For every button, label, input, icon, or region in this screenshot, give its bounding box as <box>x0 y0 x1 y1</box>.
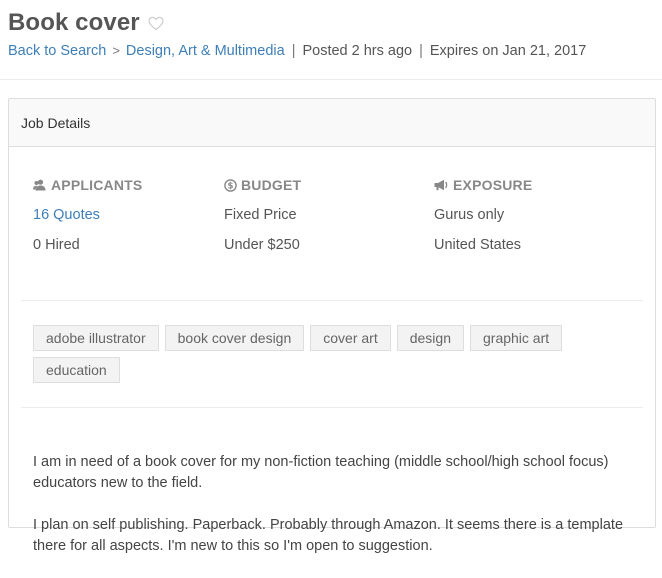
tag[interactable]: adobe illustrator <box>33 325 159 351</box>
exposure-location: United States <box>434 237 522 253</box>
job-description: I am in need of a book cover for my non-… <box>33 431 643 578</box>
breadcrumb-separator: > <box>112 43 120 58</box>
page-header: Book cover Back to Search > Design, Art & … <box>0 0 662 80</box>
applicants-label: APPLICANTS <box>51 177 143 193</box>
job-stats: APPLICANTS 16 Quotes 0 Hired $ BUDGET Fi… <box>9 175 655 275</box>
page-title: Book cover <box>8 9 140 36</box>
skill-tags: adobe illustrator book cover design cove… <box>33 325 633 389</box>
panel-heading: Job Details <box>9 99 655 147</box>
applicants-icon <box>33 179 46 191</box>
budget-type: Fixed Price <box>224 207 297 223</box>
budget-label: BUDGET <box>241 177 302 193</box>
tag[interactable]: design <box>396 325 464 351</box>
tag[interactable]: cover art <box>310 325 391 351</box>
pipe-divider: | <box>291 43 296 59</box>
divider <box>21 300 643 301</box>
divider <box>21 407 643 408</box>
expires-date: Expires on Jan 21, 2017 <box>429 43 587 59</box>
budget-amount: Under $250 <box>224 237 300 253</box>
quotes-count-link[interactable]: 16 Quotes <box>33 205 142 225</box>
description-paragraph: I am in need of a book cover for my non-… <box>33 454 609 491</box>
heart-outline-icon[interactable] <box>148 16 164 31</box>
tag[interactable]: education <box>33 357 120 383</box>
budget-stat: $ BUDGET Fixed Price Under $250 <box>224 175 301 255</box>
category-link[interactable]: Design, Art & Multimedia <box>126 43 285 59</box>
exposure-label: EXPOSURE <box>453 177 533 193</box>
hired-count: 0 Hired <box>33 237 80 253</box>
tag[interactable]: book cover design <box>164 325 305 351</box>
job-details-panel: Job Details APPLICANTS 16 Quotes 0 Hired… <box>8 98 656 554</box>
applicants-stat: APPLICANTS 16 Quotes 0 Hired <box>33 175 142 255</box>
dollar-circle-icon: $ <box>224 178 237 192</box>
pipe-divider: | <box>419 43 423 59</box>
description-paragraph: I plan on self publishing. Paperback. Pr… <box>33 517 624 554</box>
posted-time: Posted 2 hrs ago <box>302 43 413 59</box>
megaphone-icon <box>434 179 448 191</box>
back-to-search-link[interactable]: Back to Search <box>8 43 106 59</box>
exposure-audience: Gurus only <box>434 207 505 223</box>
tag[interactable]: graphic art <box>470 325 563 351</box>
svg-text:$: $ <box>227 181 233 191</box>
breadcrumb: Back to Search > Design, Art & Multimedia |… <box>8 41 586 61</box>
exposure-stat: EXPOSURE Gurus only United States <box>434 175 532 255</box>
title-row: Book cover <box>8 8 164 38</box>
